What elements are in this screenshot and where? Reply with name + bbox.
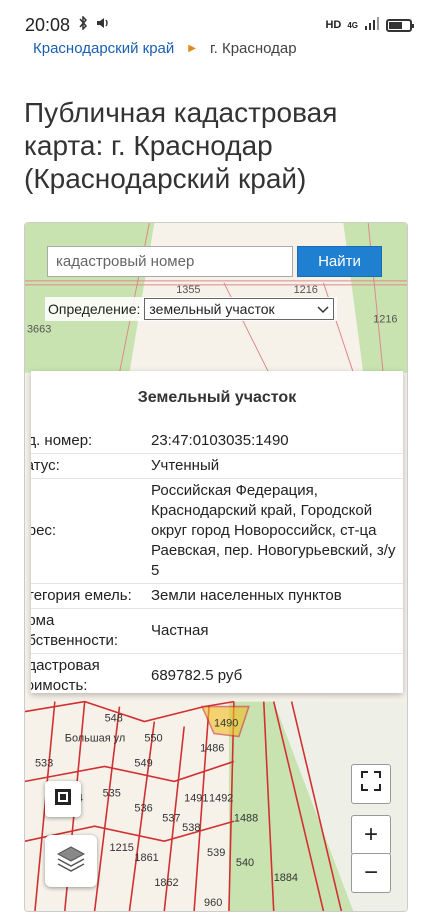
network-type-label: 4G: [347, 20, 358, 30]
map-label: 3663: [27, 324, 51, 336]
parcel-label: 1486: [200, 742, 224, 754]
definition-label: Определение:: [48, 301, 141, 317]
cadastral-search-input[interactable]: [47, 246, 293, 277]
parcel-label: 540: [236, 857, 254, 869]
legend-icon: [53, 787, 73, 812]
info-table: ад. номер:23:47:0103035:1490 татус:Учтен…: [31, 429, 403, 693]
info-value: Земли населенных пунктов: [147, 583, 403, 609]
parcel-label: 960: [204, 897, 222, 909]
info-row: адастровая тоимость:689782.5 руб: [31, 653, 403, 693]
breadcrumb-link-region[interactable]: Краснодарский край: [33, 40, 174, 57]
info-key: татус:: [31, 453, 147, 479]
parcel-label: 1861: [134, 852, 158, 864]
parcel-label: 538: [182, 822, 200, 834]
layers-button[interactable]: [45, 835, 97, 887]
page-title: Публичная кадастровая карта: г. Краснода…: [24, 97, 338, 194]
search-row: Найти: [47, 246, 382, 277]
breadcrumb-current: г. Краснодар: [209, 40, 297, 57]
parcel-info-panel: Земельный участок ад. номер:23:47:010303…: [31, 371, 403, 693]
info-key: ад. номер:: [31, 429, 147, 454]
info-row: татус:Учтенный: [31, 453, 403, 479]
bluetooth-icon: [78, 15, 88, 35]
parcel-label: 1491: [184, 792, 208, 804]
definition-value: земельный участок: [149, 301, 275, 317]
parcel-label: 539: [207, 847, 225, 859]
search-button[interactable]: Найти: [297, 246, 382, 277]
breadcrumb-separator-icon: ▶: [188, 43, 196, 54]
signal-icon: [364, 17, 380, 33]
info-value: Учтенный: [147, 453, 403, 479]
volume-icon: [96, 15, 112, 35]
map-label: 1216: [373, 314, 397, 326]
info-value: 689782.5 руб: [147, 653, 403, 693]
parcel-label: 550: [144, 732, 162, 744]
map-card: 1355 1216 1216 3663 548 550 1490 1486 54…: [24, 222, 408, 912]
parcel-label: 535: [103, 787, 121, 799]
info-value: Частная: [147, 608, 403, 654]
status-time: 20:08: [25, 14, 71, 35]
info-row: дрес:Российская Федерация, Краснодарский…: [31, 478, 403, 584]
parcel-label: 1215: [110, 842, 134, 854]
info-key: орма обственности:: [31, 608, 147, 654]
parcel-label: 533: [35, 757, 53, 769]
map-label: 1355: [176, 284, 200, 296]
info-value: 23:47:0103035:1490: [147, 429, 403, 454]
parcel-label: 1490: [214, 718, 238, 730]
zoom-in-button[interactable]: +: [351, 815, 391, 855]
info-value: Российская Федерация, Краснодарский край…: [147, 478, 403, 584]
info-row: орма обственности:Частная: [31, 608, 403, 654]
parcel-label: 537: [162, 812, 180, 824]
parcel-label: 1884: [274, 872, 298, 884]
info-row: атегория емель:Земли населенных пунктов: [31, 583, 403, 609]
parcel-label: 548: [105, 713, 123, 725]
parcel-label: 1488: [234, 812, 258, 824]
layers-icon: [56, 844, 86, 879]
parcel-label: 1862: [154, 877, 178, 889]
legend-button[interactable]: [45, 781, 81, 817]
map-label: 1216: [294, 284, 318, 296]
info-key: адастровая тоимость:: [31, 653, 147, 693]
network-label: HD: [325, 19, 342, 31]
info-row: ад. номер:23:47:0103035:1490: [31, 429, 403, 454]
definition-select[interactable]: земельный участок: [144, 298, 335, 320]
breadcrumb: Краснодарский край ▶ г. Краснодар: [33, 40, 297, 57]
info-title: Земельный участок: [137, 389, 297, 406]
definition-row: Определение: земельный участок: [45, 297, 338, 321]
zoom-out-button[interactable]: −: [351, 853, 391, 893]
fullscreen-button[interactable]: [351, 764, 391, 804]
info-key: атегория емель:: [31, 583, 147, 609]
info-key: дрес:: [31, 478, 147, 584]
parcel-label: 1492: [209, 792, 233, 804]
battery-icon: [386, 18, 414, 32]
parcel-label: 536: [134, 802, 152, 814]
parcel-label: 549: [134, 757, 152, 769]
chevron-down-icon: [317, 301, 329, 317]
parcel-label: Большая ул: [65, 732, 125, 744]
fullscreen-icon: [360, 770, 382, 799]
